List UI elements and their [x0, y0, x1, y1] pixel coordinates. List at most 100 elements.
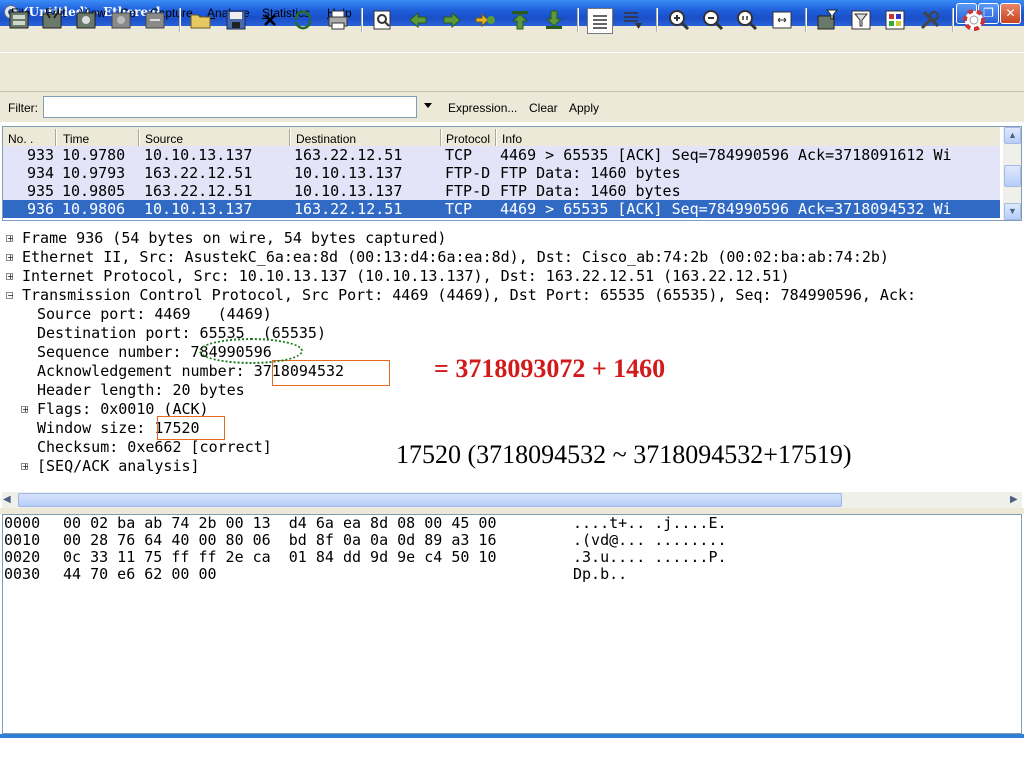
toolbar-separator: [361, 8, 362, 32]
detail-seqack[interactable]: [SEQ/ACK analysis]: [37, 457, 200, 475]
hex-ascii: .(vd@... ........: [573, 531, 727, 549]
cell-source: 163.22.12.51: [144, 164, 253, 182]
column-header-info[interactable]: Info: [502, 132, 522, 146]
go-first-icon[interactable]: [508, 8, 532, 32]
toolbar-separator: [952, 8, 953, 32]
detail-src-port[interactable]: Source port: 4469 (4469): [37, 305, 272, 323]
detail-checksum[interactable]: Checksum: 0xe662 [correct]: [37, 438, 272, 456]
stop-capture-icon[interactable]: [109, 8, 133, 32]
expand-ethernet-icon[interactable]: +: [6, 254, 14, 262]
scroll-up-icon[interactable]: ▲: [1004, 127, 1021, 144]
detail-tcp[interactable]: Transmission Control Protocol, Src Port:…: [22, 286, 1020, 304]
scroll-thumb[interactable]: [18, 493, 842, 507]
save-icon[interactable]: [224, 8, 248, 32]
hex-row[interactable]: 0000 00 02 ba ab 74 2b 00 13 d4 6a ea 8d …: [4, 514, 727, 532]
close-button[interactable]: ✕: [1000, 3, 1021, 24]
expand-flags-icon[interactable]: +: [21, 406, 29, 414]
table-row[interactable]: 935 10.9805 163.22.12.51 10.10.13.137 FT…: [3, 182, 1000, 200]
detail-ip[interactable]: Internet Protocol, Src: 10.10.13.137 (10…: [22, 267, 790, 285]
preferences-icon[interactable]: [918, 8, 942, 32]
detail-frame[interactable]: Frame 936 (54 bytes on wire, 54 bytes ca…: [22, 229, 446, 247]
capture-options-icon[interactable]: [40, 8, 64, 32]
clear-button[interactable]: Clear: [529, 101, 558, 115]
interface-list-icon[interactable]: [7, 8, 31, 32]
window-highlight-box: [157, 416, 225, 440]
start-capture-icon[interactable]: [74, 8, 98, 32]
cell-info: 4469 > 65535 [ACK] Seq=784990596 Ack=371…: [500, 146, 952, 164]
resize-columns-icon[interactable]: [770, 8, 794, 32]
open-icon[interactable]: [189, 8, 213, 32]
cell-source: 10.10.13.137: [144, 200, 253, 218]
filter-input[interactable]: [43, 96, 417, 118]
detail-header-length[interactable]: Header length: 20 bytes: [37, 381, 245, 399]
hex-bytes: 00 02 ba ab 74 2b 00 13 d4 6a ea 8d 08 0…: [63, 514, 497, 532]
restart-capture-icon[interactable]: [143, 8, 167, 32]
table-row[interactable]: 934 10.9793 163.22.12.51 10.10.13.137 FT…: [3, 164, 1000, 182]
auto-scroll-icon[interactable]: [621, 8, 645, 32]
column-separator[interactable]: [495, 129, 496, 147]
expression-button[interactable]: Expression...: [448, 101, 517, 115]
hex-row[interactable]: 0010 00 28 76 64 40 00 80 06 bd 8f 0a 0a …: [4, 531, 727, 549]
table-row[interactable]: 933 10.9780 10.10.13.137 163.22.12.51 TC…: [3, 146, 1000, 164]
column-separator[interactable]: [138, 129, 139, 147]
cell-source: 10.10.13.137: [144, 146, 253, 164]
hex-row[interactable]: 0020 0c 33 11 75 ff ff 2e ca 01 84 dd 9d …: [4, 548, 727, 566]
column-header-destination[interactable]: Destination: [296, 132, 356, 146]
column-header-protocol[interactable]: Protocol: [446, 132, 492, 146]
detail-ethernet[interactable]: Ethernet II, Src: AsustekC_6a:ea:8d (00:…: [22, 248, 889, 266]
close-file-icon[interactable]: [258, 8, 282, 32]
expand-seqack-icon[interactable]: +: [21, 463, 29, 471]
go-last-icon[interactable]: [542, 8, 566, 32]
ack-label: Acknowledgement number:: [37, 362, 254, 380]
help-icon[interactable]: [962, 8, 986, 32]
toolbar-separator: [179, 8, 180, 32]
go-to-packet-icon[interactable]: [474, 8, 498, 32]
column-separator[interactable]: [55, 129, 56, 147]
bottom-area: [0, 738, 1024, 768]
display-filter-icon[interactable]: [849, 8, 873, 32]
column-header-source[interactable]: Source: [145, 132, 183, 146]
table-row-selected[interactable]: 936 10.9806 10.10.13.137 163.22.12.51 TC…: [3, 200, 1000, 218]
go-forward-icon[interactable]: [440, 8, 464, 32]
apply-button[interactable]: Apply: [569, 101, 599, 115]
column-separator[interactable]: [289, 129, 290, 147]
scroll-right-icon[interactable]: ▶: [1010, 494, 1018, 505]
reload-icon[interactable]: [291, 8, 315, 32]
scroll-left-icon[interactable]: ◀: [3, 494, 11, 505]
hex-offset: 0030: [4, 565, 41, 583]
window-label: Window size:: [37, 419, 155, 437]
cell-destination: 10.10.13.137: [294, 182, 403, 200]
expand-frame-icon[interactable]: +: [6, 235, 14, 243]
window-annotation: 17520 (3718094532 ~ 3718094532+17519): [396, 440, 852, 469]
chevron-down-icon[interactable]: [424, 103, 432, 108]
toolbar: [0, 52, 1024, 92]
hex-ascii: .3.u.... ......P.: [573, 548, 727, 566]
column-header-no[interactable]: No. .: [8, 132, 33, 146]
cell-source: 163.22.12.51: [144, 182, 253, 200]
ack-highlight-box: [272, 360, 390, 386]
coloring-rules-icon[interactable]: [883, 8, 907, 32]
cell-no: 933: [27, 146, 55, 164]
go-back-icon[interactable]: [406, 8, 430, 32]
colorize-icon[interactable]: [587, 8, 613, 34]
find-icon[interactable]: [371, 8, 395, 32]
hex-offset: 0020: [4, 548, 41, 566]
print-icon[interactable]: [326, 8, 350, 32]
column-header-time[interactable]: Time: [63, 132, 89, 146]
expand-ip-icon[interactable]: +: [6, 273, 14, 281]
cell-info: FTP Data: 1460 bytes: [500, 182, 681, 200]
column-separator[interactable]: [440, 129, 441, 147]
capture-filter-icon[interactable]: [815, 8, 839, 32]
zoom-out-icon[interactable]: [701, 8, 725, 32]
zoom-in-icon[interactable]: [667, 8, 691, 32]
scroll-down-icon[interactable]: ▼: [1004, 203, 1021, 220]
toolbar-separator: [805, 8, 806, 32]
collapse-tcp-icon[interactable]: −: [6, 292, 14, 300]
detail-dst-port[interactable]: Destination port: 65535 (65535): [37, 324, 326, 342]
zoom-normal-icon[interactable]: [735, 8, 759, 32]
hex-row[interactable]: 0030 44 70 e6 62 00 00 Dp.b..: [4, 565, 627, 583]
cell-time: 10.9806: [62, 200, 126, 218]
scroll-thumb[interactable]: [1004, 165, 1021, 187]
hex-ascii: ....t+.. .j....E.: [573, 514, 727, 532]
cell-protocol: FTP-D: [445, 164, 491, 182]
